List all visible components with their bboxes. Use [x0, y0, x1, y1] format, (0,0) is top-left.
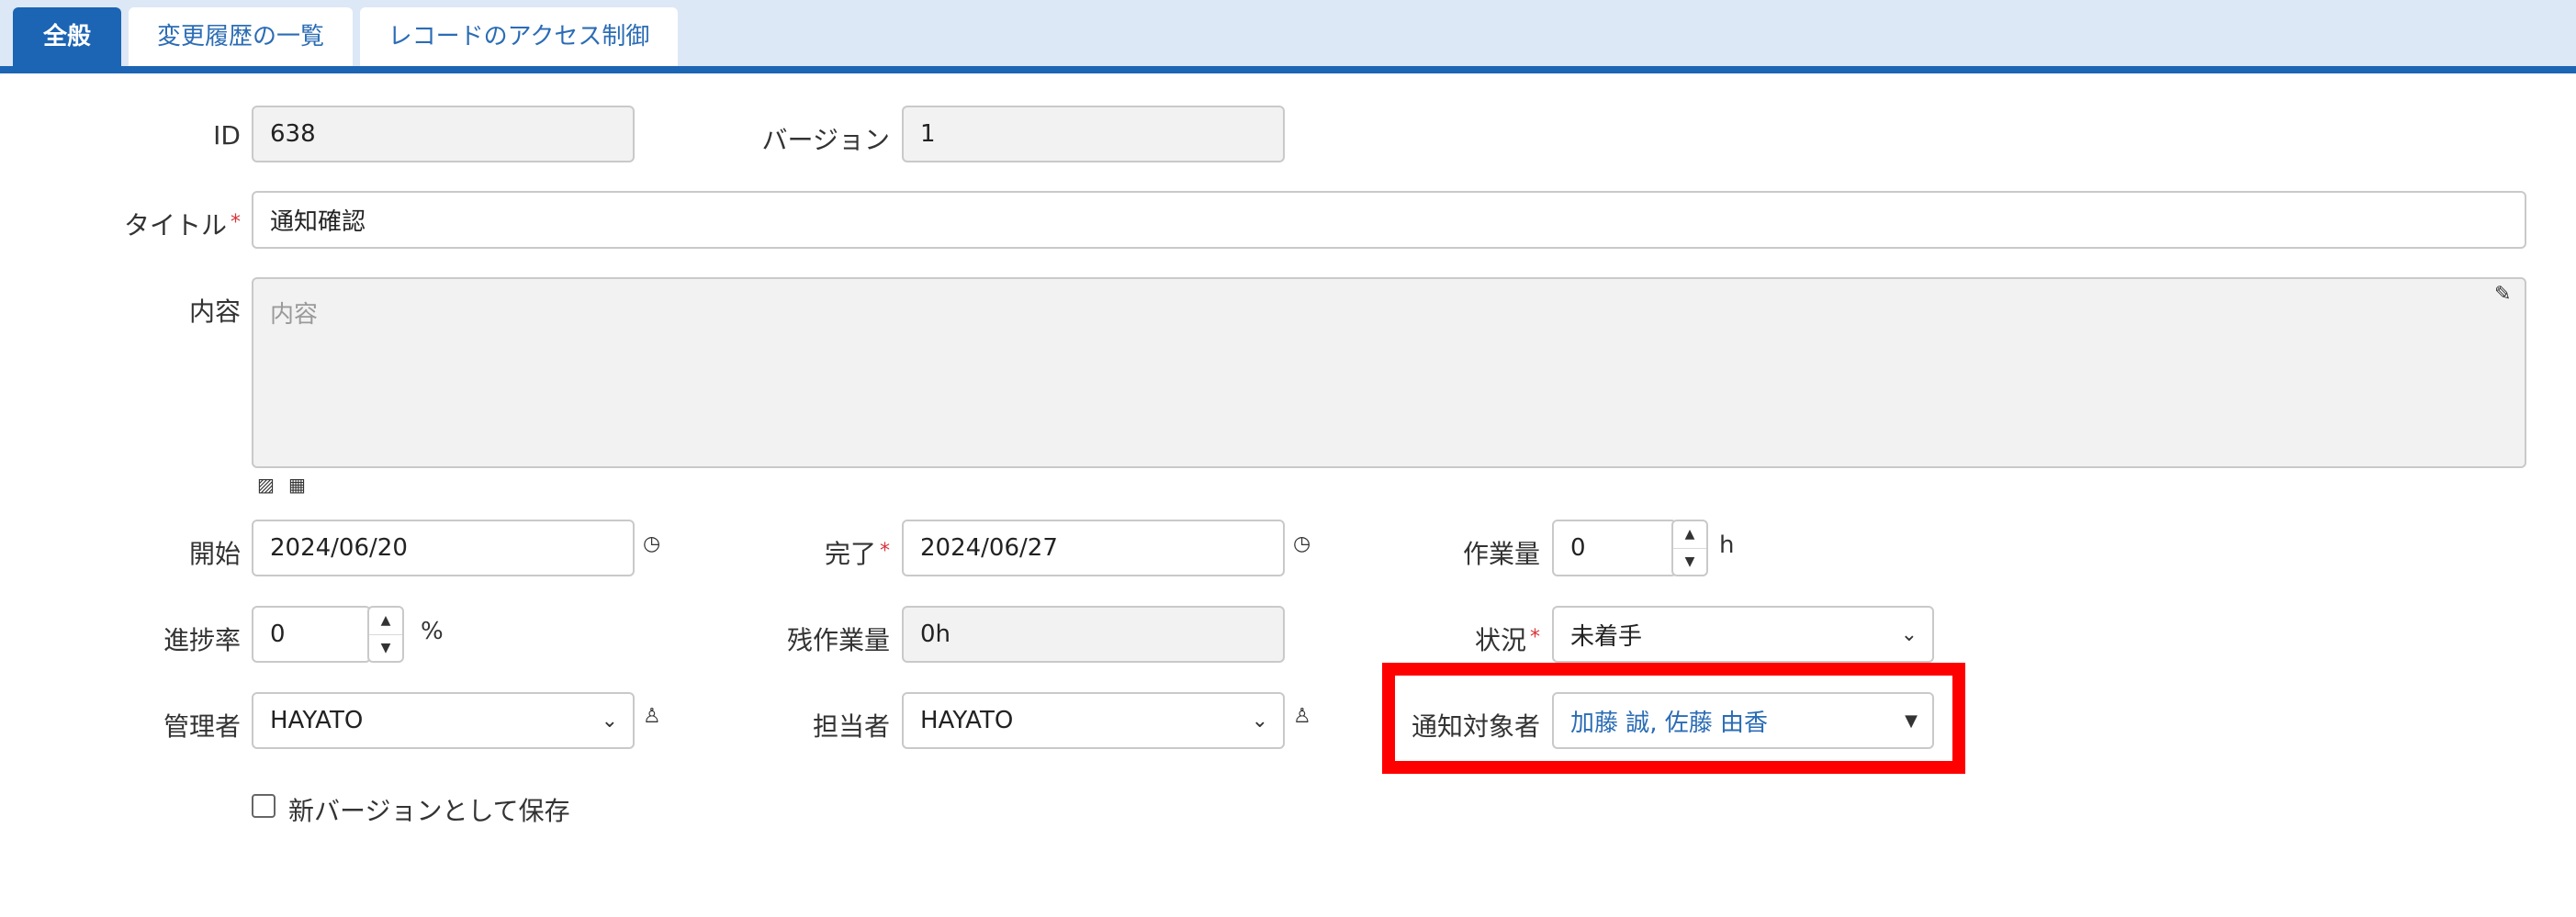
start-date-value: 2024/06/20: [270, 534, 408, 562]
workload-spinner[interactable]: ▲ ▼: [1671, 520, 1708, 576]
remaining-value: 0h: [920, 621, 951, 648]
version-field: 1: [902, 106, 1285, 162]
status-select[interactable]: 未着手 ⌄: [1552, 606, 1934, 663]
workload-value: 0: [1570, 534, 1586, 562]
start-label: 開始: [188, 539, 241, 569]
image-icon[interactable]: ▨: [257, 474, 275, 496]
progress-spinner[interactable]: ▲ ▼: [367, 606, 404, 663]
progress-unit: %: [421, 618, 444, 645]
manager-label: 管理者: [163, 711, 241, 742]
user-icon[interactable]: ♙: [1293, 705, 1311, 728]
user-icon[interactable]: ♙: [643, 705, 661, 728]
version-value: 1: [920, 120, 936, 148]
spinner-down-icon[interactable]: ▼: [369, 633, 402, 662]
content-label: 内容: [188, 296, 241, 327]
workload-unit: h: [1719, 531, 1735, 559]
title-label-text: タイトル: [123, 210, 227, 240]
chevron-down-icon: ⌄: [1251, 709, 1268, 732]
progress-input[interactable]: 0: [252, 606, 371, 663]
clock-icon[interactable]: ◷: [643, 532, 660, 555]
end-date-input[interactable]: 2024/06/27: [902, 520, 1285, 576]
workload-label: 作業量: [1462, 539, 1540, 569]
id-value: 638: [270, 120, 316, 148]
workload-input[interactable]: 0: [1552, 520, 1677, 576]
owner-value: HAYATO: [920, 707, 1014, 734]
tab-change-history[interactable]: 変更履歴の一覧: [129, 7, 353, 66]
end-date-value: 2024/06/27: [920, 534, 1058, 562]
table-icon[interactable]: ▦: [288, 474, 306, 496]
owner-select[interactable]: HAYATO ⌄: [902, 692, 1285, 749]
owner-label: 担当者: [812, 711, 890, 742]
spinner-up-icon[interactable]: ▲: [1673, 521, 1706, 548]
required-mark: *: [231, 211, 241, 234]
new-version-checkbox[interactable]: [252, 794, 276, 818]
remaining-label: 残作業量: [786, 625, 890, 655]
tab-access-control[interactable]: レコードのアクセス制御: [360, 7, 678, 66]
tab-underline: [0, 66, 2576, 73]
pencil-icon[interactable]: ✎: [2494, 283, 2511, 306]
spinner-up-icon[interactable]: ▲: [369, 608, 402, 634]
progress-value: 0: [270, 621, 286, 648]
id-field: 638: [252, 106, 635, 162]
clock-icon[interactable]: ◷: [1293, 532, 1310, 555]
version-label: バージョン: [761, 125, 890, 155]
content-placeholder: 内容: [270, 301, 319, 329]
title-input[interactable]: [252, 191, 2526, 249]
title-label: タイトル *: [124, 206, 241, 242]
required-mark: *: [1530, 626, 1540, 649]
status-label: 状況 *: [1475, 621, 1540, 657]
status-label-text: 状況: [1474, 625, 1526, 655]
end-label: 完了 *: [825, 534, 890, 571]
chevron-down-icon: ⌄: [601, 709, 618, 732]
manager-value: HAYATO: [270, 707, 364, 734]
content-textarea[interactable]: 内容: [252, 277, 2526, 468]
manager-select[interactable]: HAYATO ⌄: [252, 692, 635, 749]
end-label-text: 完了: [824, 539, 876, 569]
start-date-input[interactable]: 2024/06/20: [252, 520, 635, 576]
progress-label: 進捗率: [163, 625, 241, 655]
remaining-field: 0h: [902, 606, 1285, 663]
required-mark: *: [880, 540, 890, 563]
tab-general[interactable]: 全般: [13, 7, 121, 66]
chevron-down-icon: ⌄: [1900, 622, 1918, 646]
spinner-down-icon[interactable]: ▼: [1673, 547, 1706, 576]
id-label: ID: [213, 120, 241, 151]
title-input-value[interactable]: [270, 206, 2525, 234]
status-value: 未着手: [1570, 622, 1643, 651]
highlight-box: [1382, 663, 1965, 774]
new-version-label[interactable]: 新バージョンとして保存: [288, 791, 570, 828]
